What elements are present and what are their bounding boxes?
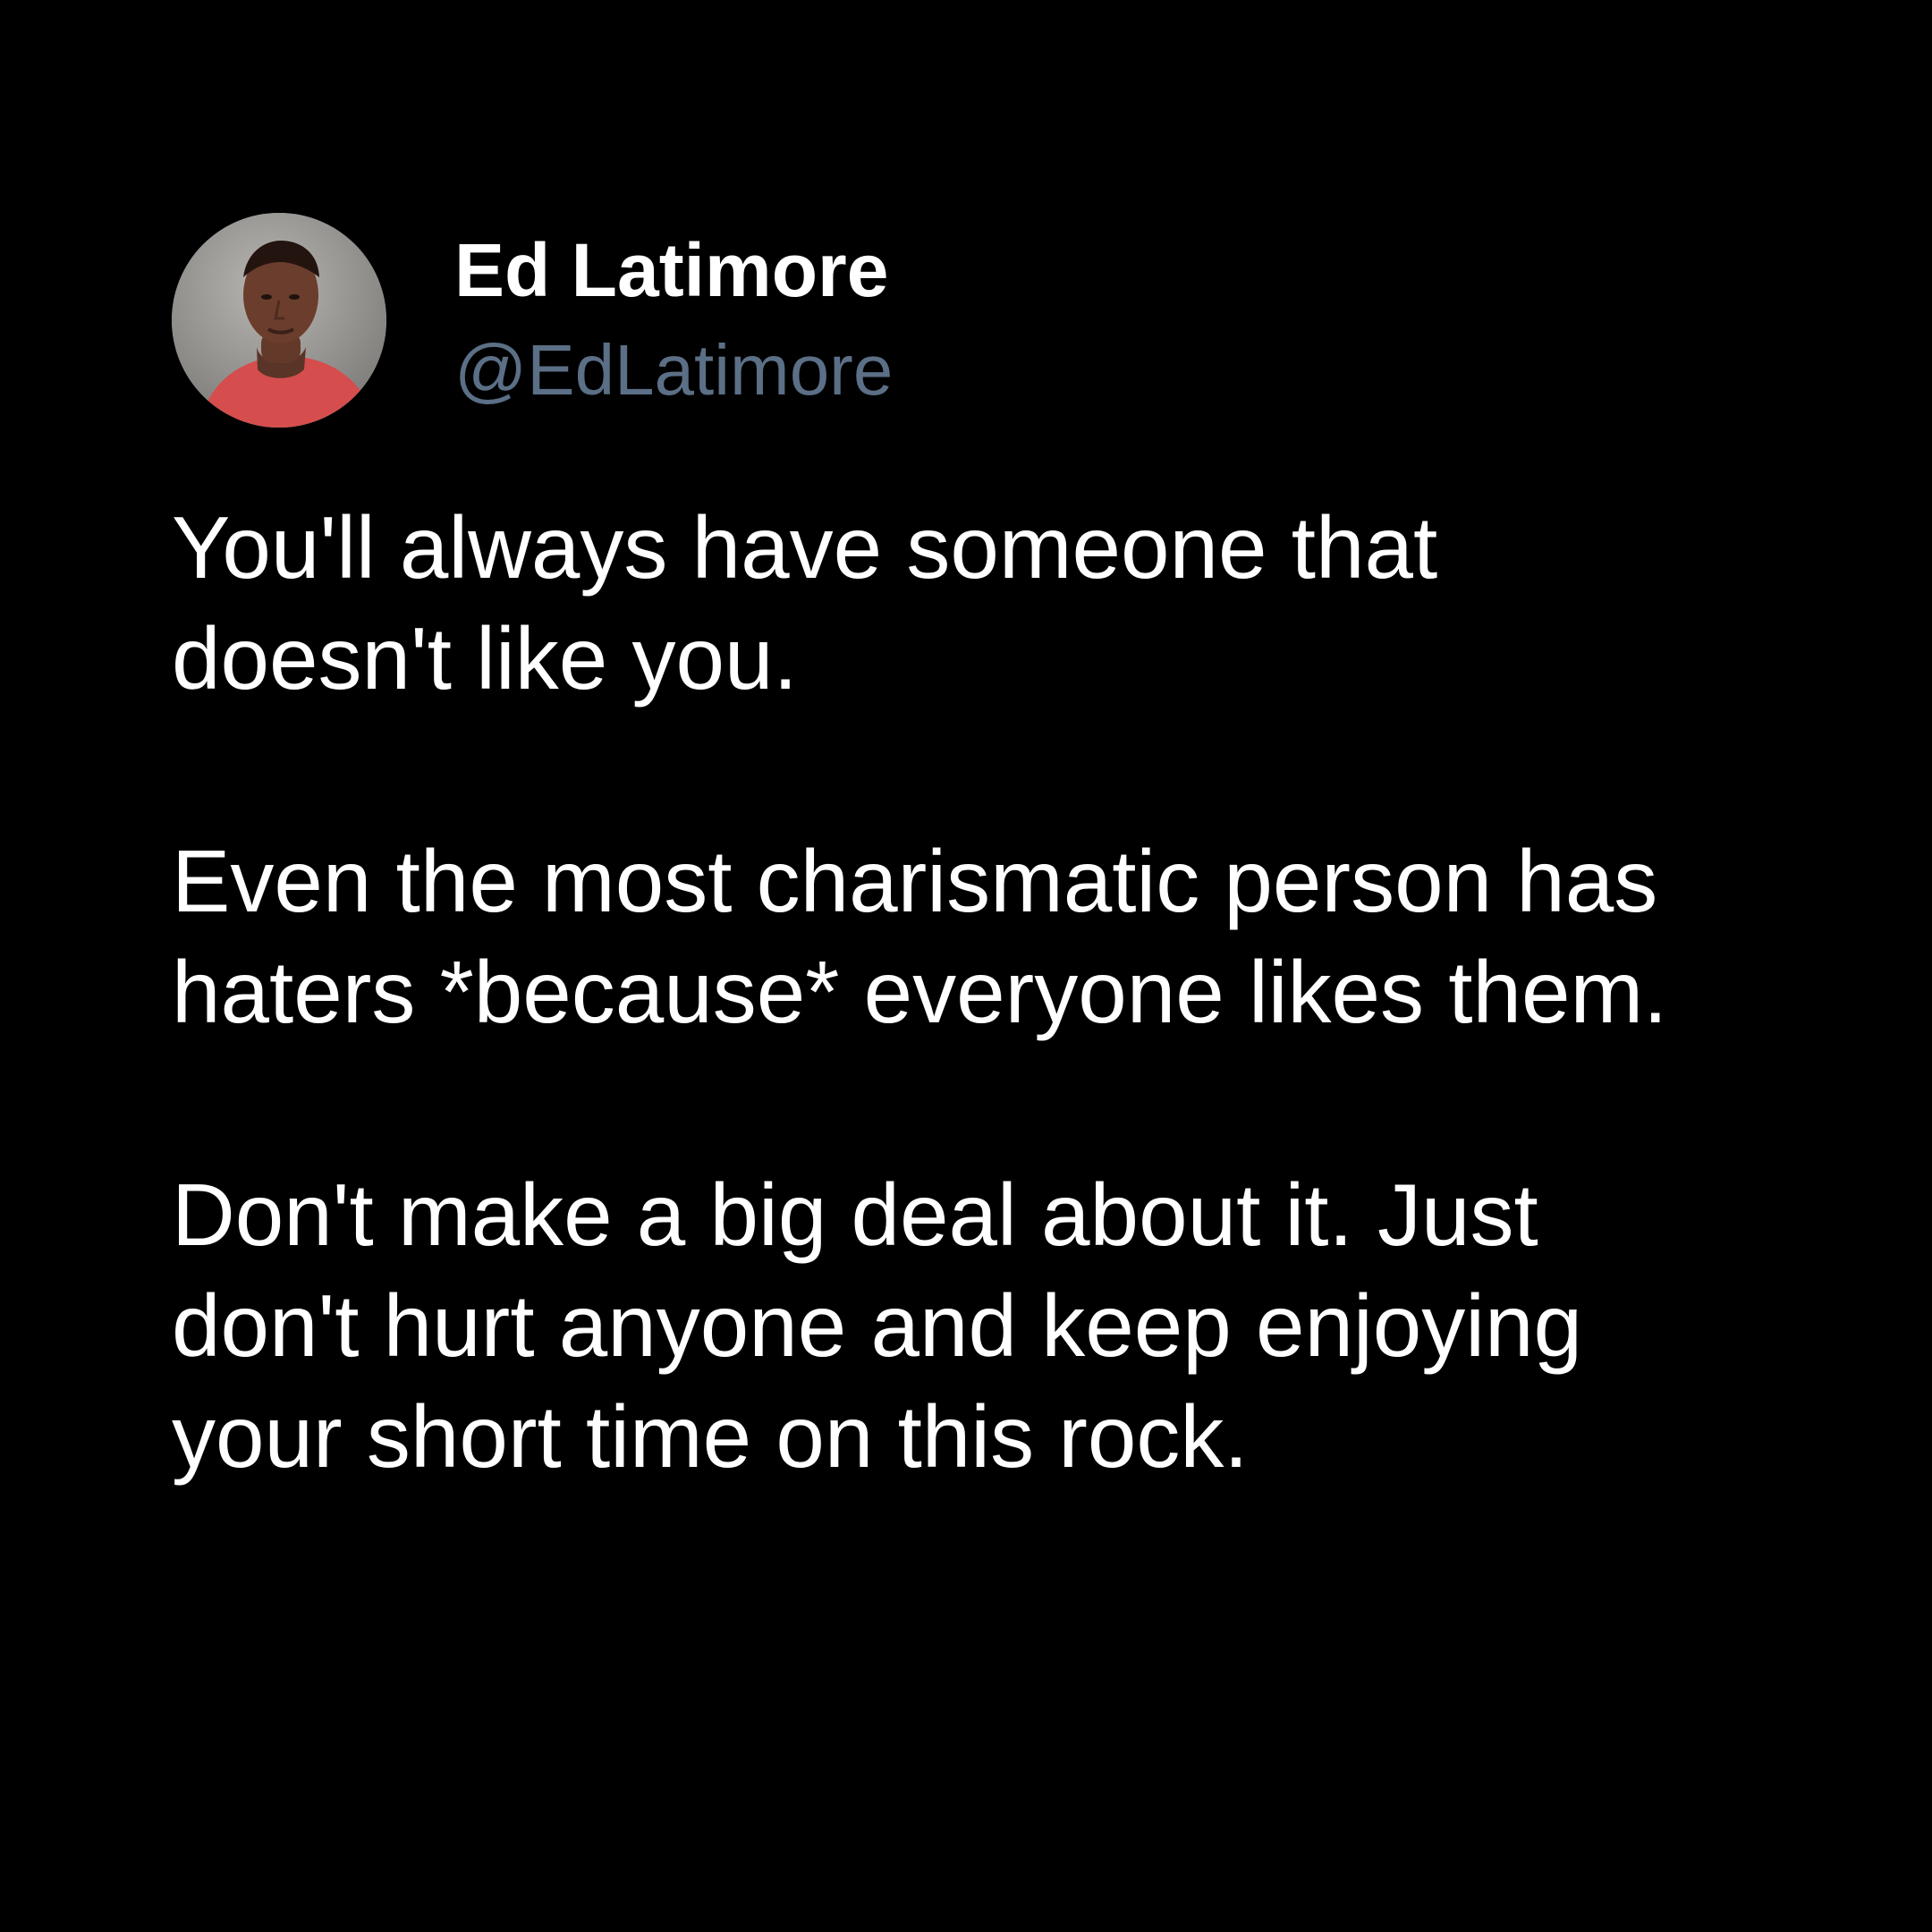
tweet-header: Ed Latimore @EdLatimore [172, 213, 1692, 429]
tweet-line: Even the most charismatic person has [172, 832, 1658, 930]
tweet-card: Ed Latimore @EdLatimore You'll always ha… [0, 0, 1932, 1932]
profile-photo-icon [172, 213, 386, 428]
tweet-paragraph-2: Even the most charismatic person has hat… [172, 826, 1835, 1047]
tweet-line: haters *because* everyone likes them. [172, 943, 1668, 1041]
tweet-line: don't hurt anyone and keep enjoying [172, 1276, 1583, 1375]
tweet-paragraph-3: Don't make a big deal about it. Just don… [172, 1159, 1835, 1492]
author-handle[interactable]: @EdLatimore [454, 327, 893, 413]
tweet-line: You'll always have someone that [172, 498, 1438, 597]
author-display-name[interactable]: Ed Latimore [454, 225, 888, 315]
tweet-text: You'll always have someone that doesn't … [172, 492, 1835, 1492]
tweet-line: Don't make a big deal about it. Just [172, 1165, 1538, 1264]
avatar[interactable] [172, 213, 386, 428]
tweet-line: your short time on this rock. [172, 1387, 1249, 1486]
tweet-line: doesn't like you. [172, 609, 798, 708]
tweet-paragraph-1: You'll always have someone that doesn't … [172, 492, 1835, 714]
